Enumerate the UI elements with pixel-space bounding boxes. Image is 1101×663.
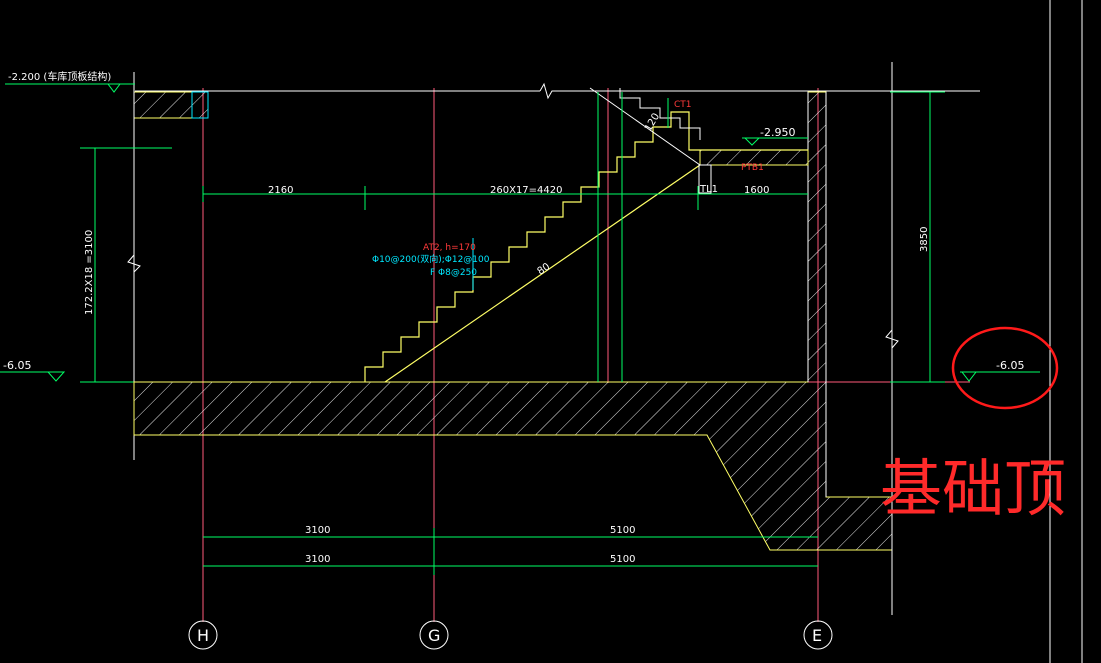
label-slope-top: 120 [643, 111, 662, 133]
dim-bottom-1b: 5100 [610, 525, 635, 536]
dim-vert-left-text: 172.2X18 =3100 [84, 230, 95, 315]
slab-top-left [133, 91, 209, 119]
stair-note-3: F Φ8@250 [430, 268, 477, 278]
elev-landing-marker [743, 137, 761, 146]
elev-top-left-text: -2.200 (车库顶板结构) [8, 70, 111, 83]
dim-bottom-2b: 5100 [610, 554, 635, 565]
cad-section-drawing: -2.200 (车库顶板结构) 172.2X18 =3100 -6.05 216… [0, 0, 1083, 663]
handwritten-note: 基础顶 [880, 452, 1066, 525]
label-ct1: CT1 [674, 100, 692, 110]
dim-top-text-3: 1600 [744, 185, 769, 196]
label-slope-mid: 80 [536, 261, 553, 277]
elev-left-bottom-text: -6.05 [3, 359, 31, 372]
axis-label-e: E [812, 626, 822, 645]
label-tl1: TL1 [699, 184, 718, 195]
elev-landing-text: -2.950 [760, 126, 795, 139]
upper-stair-steps [619, 88, 701, 140]
stair-note-1: AT2, h=170 [423, 243, 476, 253]
axis-label-h: H [197, 626, 209, 645]
axis-label-g: G [428, 626, 440, 645]
elev-left-bottom-marker [46, 371, 66, 382]
elev-top-left-marker [107, 83, 121, 93]
elev-right-bottom-marker [960, 371, 978, 382]
label-ptb1: PTB1 [741, 163, 764, 173]
dim-top-text-1: 2160 [268, 185, 293, 196]
elev-right-bottom-text: -6.05 [996, 359, 1024, 372]
break-symbol-top [539, 82, 980, 100]
dim-vert-right-text: 3850 [919, 227, 930, 252]
dim-bottom-2a: 3100 [305, 554, 330, 565]
dim-top-text-2: 260X17=4420 [490, 185, 563, 196]
stair-note-2: Φ10@200(双向);Φ12@100 [372, 253, 490, 265]
dim-bottom-1a: 3100 [305, 525, 330, 536]
